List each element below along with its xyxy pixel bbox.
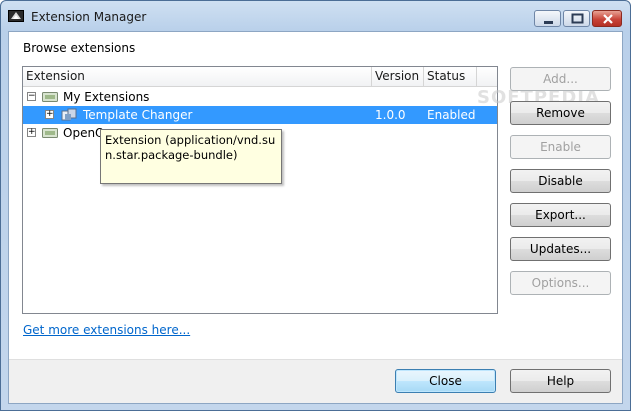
title-bar[interactable]: Extension Manager	[1, 1, 630, 31]
column-header-filler	[477, 67, 497, 87]
tree-row-status: Enabled	[427, 108, 476, 122]
close-window-button[interactable]	[592, 10, 622, 27]
help-button[interactable]: Help	[510, 369, 611, 393]
tree-row-label: OpenO	[63, 126, 105, 140]
extension-tooltip: Extension (application/vnd.sun.star.pack…	[100, 129, 282, 184]
extension-list[interactable]: Extension Version Status − My Extensions…	[22, 66, 498, 314]
column-header-version[interactable]: Version	[372, 67, 424, 87]
tree-row-label: Template Changer	[83, 108, 193, 122]
folder-icon	[42, 92, 58, 102]
minimize-icon	[544, 21, 553, 24]
options-button[interactable]: Options...	[510, 271, 611, 295]
folder-icon	[42, 128, 58, 138]
section-label: Browse extensions	[23, 41, 136, 55]
expand-toggle[interactable]: +	[45, 110, 54, 119]
close-button[interactable]: Close	[395, 369, 496, 393]
tree-row-version: 1.0.0	[375, 108, 406, 122]
window-title: Extension Manager	[31, 10, 147, 24]
tree-row-label: My Extensions	[63, 90, 150, 104]
column-header-status[interactable]: Status	[424, 67, 477, 87]
close-icon	[603, 14, 613, 24]
maximize-icon	[571, 13, 584, 24]
enable-button[interactable]: Enable	[510, 135, 611, 159]
export-button[interactable]: Export...	[510, 203, 611, 227]
disable-button[interactable]: Disable	[510, 169, 611, 193]
minimize-button[interactable]	[534, 10, 561, 27]
get-more-extensions-link[interactable]: Get more extensions here...	[23, 323, 190, 337]
dialog-footer: Close Help	[9, 359, 622, 403]
expand-toggle[interactable]: +	[27, 128, 36, 137]
maximize-button[interactable]	[563, 10, 590, 27]
add-button[interactable]: Add...	[510, 67, 611, 91]
extension-manager-icon	[8, 10, 24, 22]
tree-row-template-changer[interactable]: + Template Changer 1.0.0 Enabled	[23, 106, 497, 124]
dialog-body: Browse extensions Extension Version Stat…	[8, 31, 623, 404]
extension-package-icon	[61, 108, 77, 121]
updates-button[interactable]: Updates...	[510, 237, 611, 261]
column-header-extension[interactable]: Extension	[23, 67, 372, 87]
collapse-toggle[interactable]: −	[27, 92, 36, 101]
remove-button[interactable]: Remove	[510, 101, 611, 125]
tree-row-my-extensions[interactable]: − My Extensions	[23, 88, 497, 106]
extension-manager-window: Extension Manager Browse extensions Exte…	[0, 0, 631, 411]
